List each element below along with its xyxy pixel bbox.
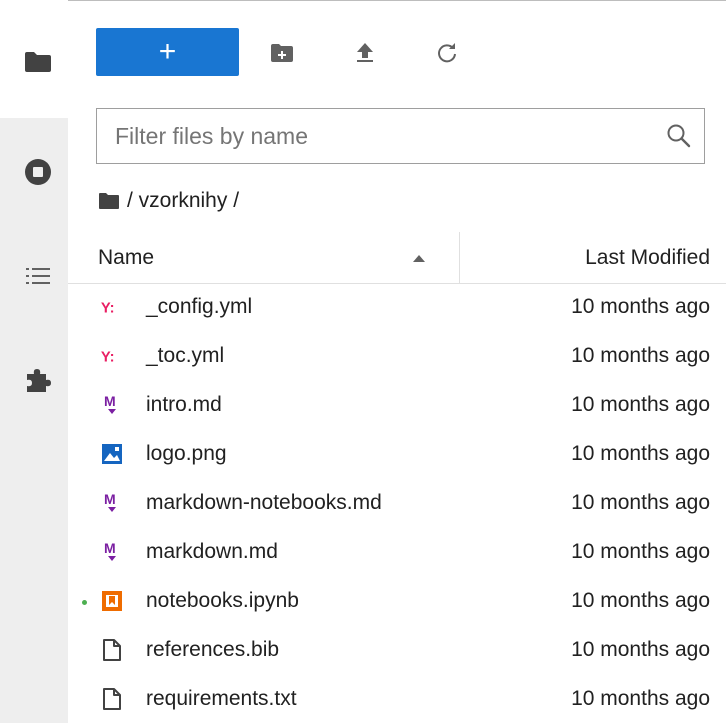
- yaml-icon: Y:: [100, 295, 124, 319]
- file-row[interactable]: logo.png 10 months ago: [68, 431, 726, 480]
- refresh-icon: [438, 43, 456, 63]
- file-name[interactable]: markdown-notebooks.md: [146, 480, 382, 529]
- svg-text:M: M: [104, 540, 116, 556]
- file-name[interactable]: requirements.txt: [146, 676, 297, 723]
- file-row[interactable]: Mmarkdown-notebooks.md 10 months ago: [68, 480, 726, 529]
- markdown-icon: M: [100, 491, 124, 515]
- file-name[interactable]: references.bib: [146, 627, 279, 676]
- new-folder-button[interactable]: [269, 40, 295, 66]
- file-last-modified: 10 months ago: [571, 344, 710, 367]
- file-browser-tab[interactable]: [24, 48, 52, 76]
- table-of-contents-tab[interactable]: [24, 262, 52, 290]
- file-icon: [100, 638, 124, 662]
- svg-text:M: M: [104, 491, 116, 507]
- last-modified-column-header[interactable]: Last Modified: [585, 232, 710, 284]
- filter-input[interactable]: [115, 119, 635, 153]
- file-last-modified: 10 months ago: [571, 638, 710, 661]
- filter-box: [96, 108, 705, 164]
- file-row[interactable]: references.bib 10 months ago: [68, 627, 726, 676]
- file-list: Y: _config.yml 10 months ago Y: _toc.yml 10 m…: [68, 284, 726, 723]
- file-name[interactable]: intro.md: [146, 382, 222, 431]
- file-row[interactable]: requirements.txt 10 months ago: [68, 676, 726, 723]
- breadcrumb: / vzorknihy /: [98, 186, 239, 216]
- file-name[interactable]: markdown.md: [146, 529, 278, 578]
- file-row[interactable]: Y: _toc.yml 10 months ago: [68, 333, 726, 382]
- running-indicator: [82, 600, 87, 605]
- activity-bar: [0, 0, 68, 723]
- file-name[interactable]: _config.yml: [146, 284, 252, 333]
- file-row[interactable]: Y: _config.yml 10 months ago: [68, 284, 726, 333]
- file-name[interactable]: logo.png: [146, 431, 227, 480]
- file-last-modified: 10 months ago: [571, 393, 710, 416]
- notebook-icon: [100, 589, 124, 613]
- breadcrumb-path[interactable]: / vzorknihy /: [127, 189, 239, 213]
- upload-button[interactable]: [352, 40, 378, 66]
- file-last-modified: 10 months ago: [571, 442, 710, 465]
- home-folder-icon[interactable]: [98, 192, 120, 210]
- image-icon: [100, 442, 124, 466]
- column-divider[interactable]: [459, 232, 460, 284]
- sort-ascending-icon: [413, 255, 425, 262]
- file-name[interactable]: notebooks.ipynb: [146, 578, 299, 627]
- file-row[interactable]: notebooks.ipynb 10 months ago: [68, 578, 726, 627]
- file-row[interactable]: Mintro.md 10 months ago: [68, 382, 726, 431]
- file-last-modified: 10 months ago: [571, 589, 710, 612]
- upload-icon: [357, 43, 373, 62]
- file-name[interactable]: _toc.yml: [146, 333, 224, 382]
- running-sessions-tab[interactable]: [24, 158, 52, 186]
- puzzle-icon: [27, 369, 51, 392]
- file-last-modified: 10 months ago: [571, 687, 710, 710]
- markdown-icon: M: [100, 393, 124, 417]
- svg-text:M: M: [104, 393, 116, 409]
- new-folder-icon: [271, 44, 293, 62]
- refresh-button[interactable]: [434, 40, 460, 66]
- svg-text:Y:: Y:: [101, 350, 115, 366]
- activity-bar-background: [0, 118, 68, 723]
- file-list-header: Name Last Modified: [68, 232, 726, 284]
- file-browser-panel: + Filter files by name / vzorknihy / Nam…: [68, 0, 726, 723]
- folder-icon: [25, 52, 51, 72]
- file-icon: [100, 687, 124, 711]
- file-row[interactable]: Mmarkdown.md 10 months ago: [68, 529, 726, 578]
- yaml-icon: Y:: [100, 344, 124, 368]
- search-icon: [667, 124, 691, 148]
- file-last-modified: 10 months ago: [571, 540, 710, 563]
- file-last-modified: 10 months ago: [571, 491, 710, 514]
- stop-circle-icon: [25, 159, 51, 185]
- markdown-icon: M: [100, 540, 124, 564]
- new-launcher-button[interactable]: +: [96, 28, 239, 76]
- svg-text:Y:: Y:: [101, 301, 115, 317]
- name-column-header[interactable]: Name: [98, 232, 154, 284]
- list-icon: [26, 268, 50, 284]
- file-browser-toolbar: +: [68, 28, 726, 78]
- extensions-tab[interactable]: [24, 366, 52, 394]
- file-last-modified: 10 months ago: [571, 295, 710, 318]
